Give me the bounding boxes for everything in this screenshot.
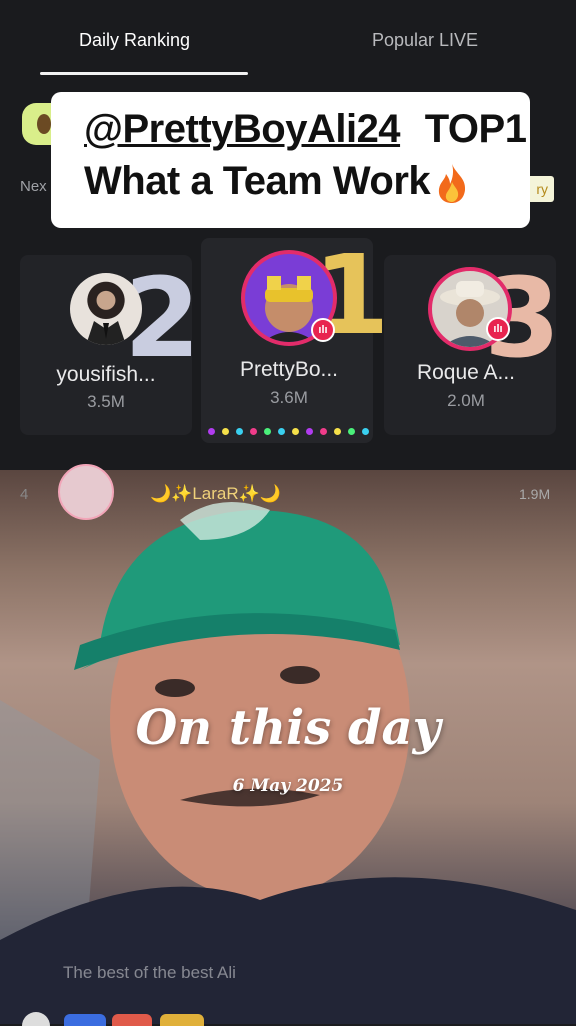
ranking-panel: Daily Ranking Popular LIVE Nex ry 2 yous…	[0, 0, 576, 470]
ranking-row-4[interactable]: 4 🌙✨LaraR✨🌙 1.9M	[0, 464, 576, 520]
caption-handle[interactable]: @PrettyBoyAli24	[84, 107, 401, 151]
caption-line-2: What a Team Work	[84, 154, 530, 208]
avatar-rank-2	[70, 273, 142, 345]
avatar-row-4	[58, 464, 114, 520]
rank-score-2: 3.5M	[87, 392, 125, 411]
on-this-day-title: On this day	[135, 700, 441, 756]
live-icon: ılı	[311, 318, 335, 342]
caption-line-1: @PrettyBoyAli24 TOP1	[84, 104, 530, 154]
badge-icon	[160, 1014, 204, 1026]
tab-daily-ranking[interactable]: Daily Ranking	[79, 30, 190, 51]
caption-box: @PrettyBoyAli24 TOP1 What a Team Work	[51, 92, 530, 228]
row-rank: 4	[20, 486, 29, 503]
row-score: 1.9M	[519, 486, 551, 502]
rank-name-2: yousifish...	[56, 363, 156, 386]
rank-name-1: PrettyBo...	[239, 358, 339, 381]
badge-icon	[64, 1014, 106, 1026]
rank-score-3: 2.0M	[447, 391, 485, 410]
rank-card-3[interactable]: 3 ılı Roque A... 2.0M	[384, 255, 561, 435]
fire-icon	[432, 162, 472, 204]
tab-popular-live[interactable]: Popular LIVE	[372, 30, 478, 51]
badge-icon	[112, 1014, 152, 1026]
caption-text: What a Team Work	[84, 159, 431, 203]
rank-name-3: Roque A...	[416, 361, 516, 384]
tab-bar: Daily Ranking Popular LIVE	[0, 0, 576, 78]
rank-score-1: 3.6M	[270, 388, 308, 407]
bottom-bar	[0, 1010, 576, 1026]
chat-comment: The best of the best Ali	[63, 963, 236, 982]
tab-underline	[40, 72, 248, 75]
on-this-day-date: 6 May 2025	[232, 776, 344, 796]
next-label: Nex	[20, 178, 47, 195]
row-name: 🌙✨LaraR✨🌙	[150, 484, 281, 503]
rank-card-2[interactable]: 2 yousifish... 3.5M	[20, 255, 201, 435]
dots-decoration	[208, 428, 378, 436]
live-icon: ılı	[486, 317, 510, 341]
caption-rank: TOP1	[424, 107, 527, 151]
rank-card-1[interactable]: 1 ılı PrettyBo... 3.6M	[201, 238, 390, 443]
avocado-icon	[37, 114, 51, 134]
